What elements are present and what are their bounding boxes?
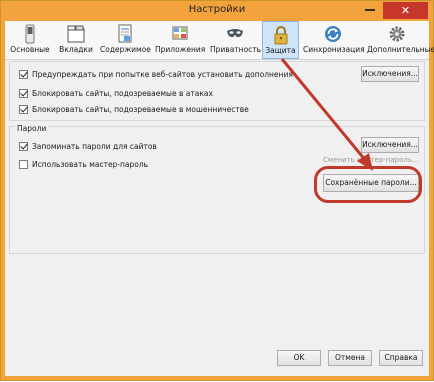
pointer-arrow-icon (280, 58, 373, 171)
settings-window: Настройки ✕ Основные Вкладки Содержимое … (0, 0, 434, 381)
